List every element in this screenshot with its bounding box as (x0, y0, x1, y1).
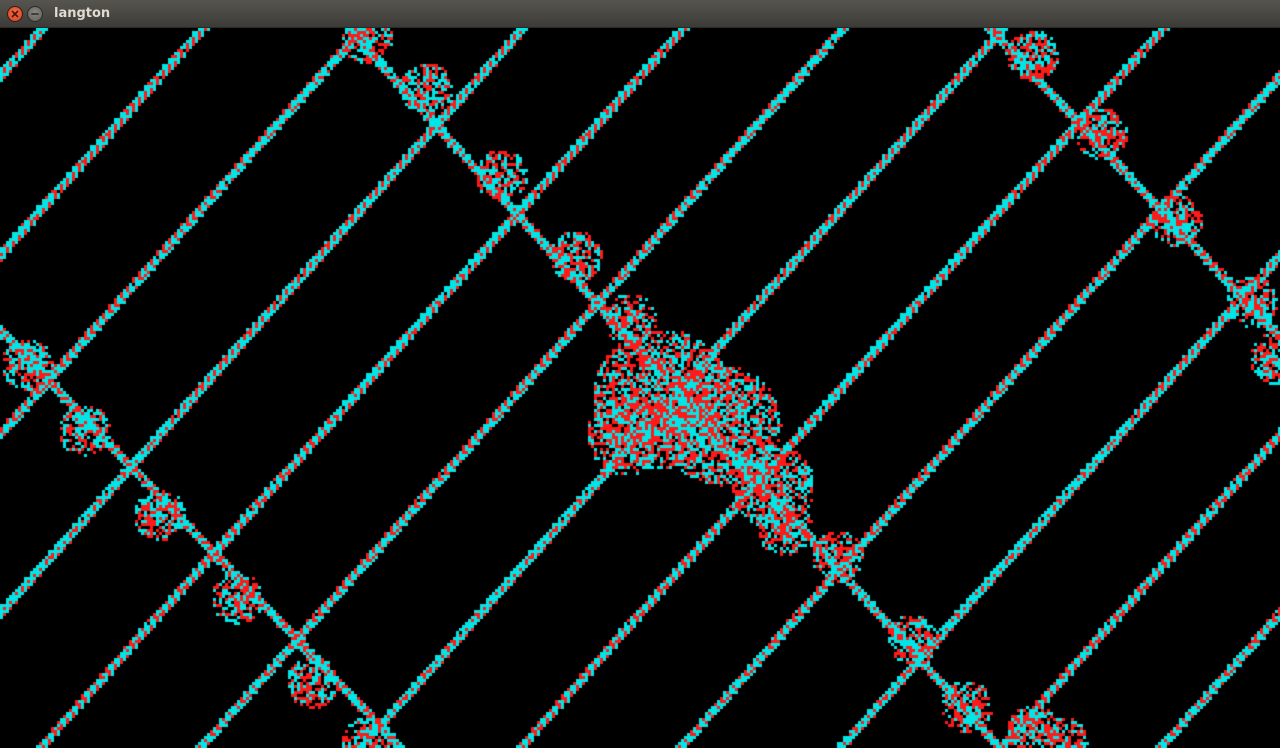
langton-ant-canvas[interactable] (0, 28, 1280, 748)
minimize-button[interactable] (27, 6, 43, 22)
app-window: langton (0, 0, 1280, 748)
title-bar[interactable]: langton (0, 0, 1280, 28)
window-title: langton (54, 6, 111, 21)
simulation-viewport[interactable] (0, 28, 1280, 748)
minimize-icon (31, 13, 39, 15)
close-icon (11, 10, 19, 18)
close-button[interactable] (7, 6, 23, 22)
